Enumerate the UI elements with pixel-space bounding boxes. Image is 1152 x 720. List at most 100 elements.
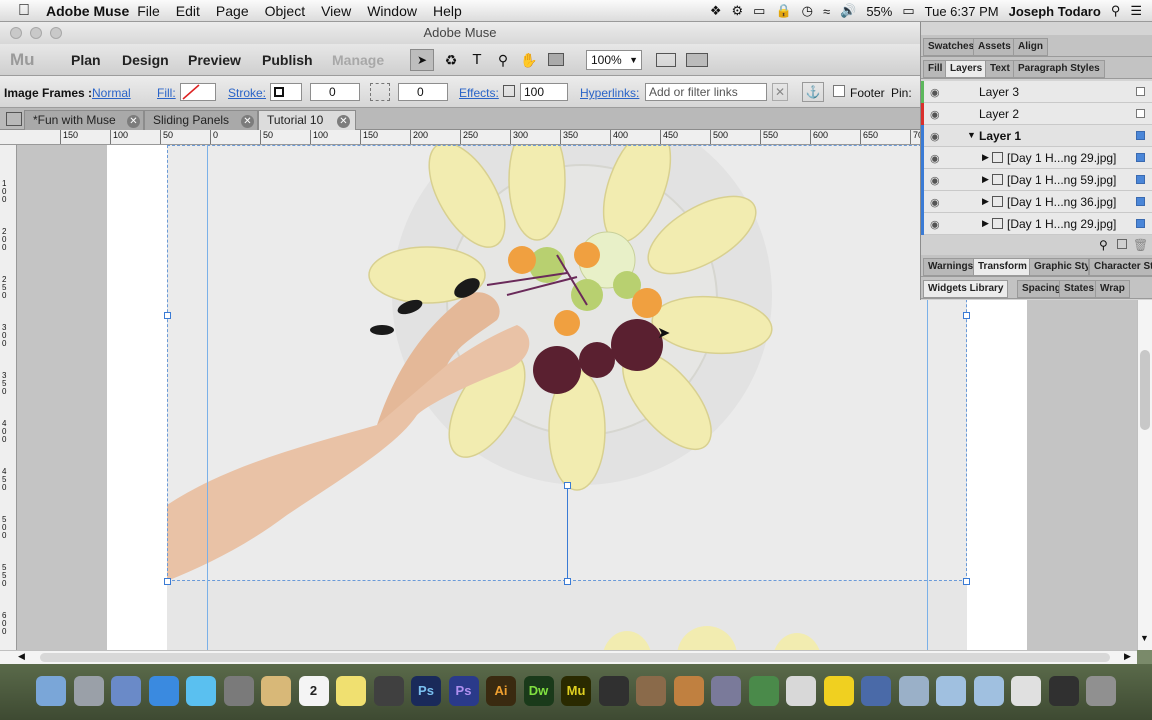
horizontal-scrollbar[interactable]: ◀ ▶ bbox=[0, 650, 1137, 664]
delete-layer-icon[interactable]: 🗑 bbox=[1133, 238, 1148, 252]
dock-launchpad-icon[interactable] bbox=[73, 676, 104, 706]
stroke-swatch[interactable] bbox=[270, 83, 302, 101]
dock-pages-icon[interactable] bbox=[786, 676, 816, 706]
dock-ps-icon[interactable]: Ps bbox=[411, 676, 441, 706]
sitemap-icon[interactable] bbox=[6, 112, 22, 126]
dock-doc-icon[interactable] bbox=[1011, 676, 1041, 706]
doc-tab-tutorial-10[interactable]: Tutorial 10 ✕ bbox=[258, 110, 356, 130]
search-icon[interactable]: ⚲ bbox=[1099, 238, 1108, 252]
menu-view[interactable]: View bbox=[313, 3, 359, 19]
apple-menu-icon[interactable]:  bbox=[18, 2, 40, 20]
tab-widgets-library[interactable]: Widgets Library bbox=[923, 280, 1009, 298]
resize-handle[interactable] bbox=[564, 578, 571, 585]
tab-paragraph-styles[interactable]: Paragraph Styles bbox=[1013, 60, 1105, 78]
rectangle-tool-icon[interactable] bbox=[548, 53, 564, 66]
close-tab-icon[interactable]: ✕ bbox=[337, 115, 350, 128]
rotate-handle-line[interactable] bbox=[567, 485, 568, 581]
tab-layers[interactable]: Layers bbox=[945, 60, 988, 78]
tab-states[interactable]: States bbox=[1059, 280, 1100, 298]
tab-swatches[interactable]: Swatches bbox=[923, 38, 980, 56]
guide-left[interactable] bbox=[207, 145, 208, 650]
clear-link-icon[interactable]: ✕ bbox=[772, 83, 788, 101]
battery-status[interactable]: 55% bbox=[866, 4, 892, 19]
dock-aperture-icon[interactable] bbox=[373, 676, 404, 706]
crop-tool-icon[interactable]: ♻ bbox=[440, 49, 462, 71]
eye-icon[interactable]: ◉ bbox=[930, 108, 940, 121]
hyperlinks-input[interactable]: Add or filter links bbox=[645, 83, 767, 101]
eye-icon[interactable]: ◉ bbox=[930, 174, 940, 187]
mode-manage[interactable]: Manage bbox=[332, 52, 384, 68]
fill-swatch[interactable] bbox=[180, 83, 216, 101]
dock-preview-icon[interactable] bbox=[111, 676, 141, 706]
effects-label[interactable]: Effects: bbox=[459, 86, 499, 100]
layer-row-layer-2[interactable]: ◉ Layer 2 bbox=[921, 103, 1152, 125]
layer-row-item[interactable]: ◉ ▶ [Day 1 H...ng 29.jpg] bbox=[921, 147, 1152, 169]
mode-plan[interactable]: Plan bbox=[71, 52, 101, 68]
mode-preview[interactable]: Preview bbox=[188, 52, 241, 68]
disclosure-triangle-down-icon[interactable]: ▼ bbox=[967, 130, 976, 140]
vertical-scroll-thumb[interactable] bbox=[1140, 350, 1150, 430]
disclosure-triangle-right-icon[interactable]: ▶ bbox=[982, 196, 989, 207]
rotate-handle[interactable] bbox=[564, 482, 571, 489]
dock-finder-icon[interactable] bbox=[36, 676, 66, 706]
menu-object[interactable]: Object bbox=[257, 3, 313, 19]
stroke-label[interactable]: Stroke: bbox=[228, 86, 266, 100]
zoom-window-button[interactable] bbox=[50, 27, 62, 39]
preview-page-icon[interactable] bbox=[656, 53, 676, 67]
spotlight-icon[interactable]: ⚲ bbox=[1111, 3, 1121, 19]
dock-quicktime-icon[interactable] bbox=[861, 676, 891, 706]
tab-warnings[interactable]: Warnings bbox=[923, 258, 979, 276]
fill-label[interactable]: Fill: bbox=[157, 86, 176, 100]
timemachine-icon[interactable]: ⚙ bbox=[732, 3, 744, 19]
dock-duck-icon[interactable] bbox=[823, 676, 854, 706]
view-options-icon[interactable] bbox=[686, 53, 708, 67]
airplay-icon[interactable]: ▭ bbox=[753, 3, 765, 19]
resize-handle[interactable] bbox=[963, 312, 970, 319]
dock-calendar-icon[interactable]: 2 bbox=[298, 676, 329, 706]
tab-transform[interactable]: Transform bbox=[973, 258, 1032, 276]
eye-icon[interactable]: ◉ bbox=[930, 152, 940, 165]
horizontal-ruler[interactable]: 150 100 50 0 50 100 150 200 250 300 350 400 450 500 55… bbox=[0, 130, 920, 145]
tab-text[interactable]: Text bbox=[985, 60, 1015, 78]
doc-tab-fun-with-muse[interactable]: *Fun with Muse ✕ bbox=[24, 110, 144, 130]
dock-numbers-icon[interactable] bbox=[748, 676, 779, 706]
layer-row-layer-1[interactable]: ◉ ▼ Layer 1 bbox=[921, 125, 1152, 147]
disclosure-triangle-right-icon[interactable]: ▶ bbox=[982, 218, 989, 229]
effects-icon[interactable] bbox=[503, 85, 515, 97]
mode-publish[interactable]: Publish bbox=[262, 52, 313, 68]
dock-bridge-icon[interactable]: Ps bbox=[448, 676, 479, 706]
layer-row-item[interactable]: ◉ ▶ [Day 1 H...ng 59.jpg] bbox=[921, 169, 1152, 191]
menu-help[interactable]: Help bbox=[425, 3, 470, 19]
dock-printer-icon[interactable] bbox=[1048, 676, 1079, 706]
corner-radius-field[interactable]: 0 bbox=[398, 83, 448, 101]
tab-graphic-styles[interactable]: Graphic Styles bbox=[1029, 258, 1089, 276]
dock-folder-icon[interactable] bbox=[936, 676, 966, 706]
eye-icon[interactable]: ◉ bbox=[930, 218, 940, 231]
dock-dw-icon[interactable]: Dw bbox=[523, 676, 554, 706]
menu-page[interactable]: Page bbox=[208, 3, 257, 19]
dock-photo-icon[interactable] bbox=[636, 676, 666, 706]
layer-row-layer-3[interactable]: ◉ Layer 3 bbox=[921, 81, 1152, 103]
close-tab-icon[interactable]: ✕ bbox=[241, 115, 254, 128]
tab-character-styles[interactable]: Character St bbox=[1089, 258, 1152, 276]
clock-icon[interactable]: ◷ bbox=[802, 3, 813, 19]
dropbox-icon[interactable]: ❖ bbox=[710, 3, 722, 19]
layer-select-box[interactable] bbox=[1136, 87, 1145, 96]
minimize-window-button[interactable] bbox=[30, 27, 42, 39]
layer-select-box[interactable] bbox=[1136, 109, 1145, 118]
eye-icon[interactable]: ◉ bbox=[930, 130, 940, 143]
layer-select-box[interactable] bbox=[1136, 131, 1145, 140]
tab-assets[interactable]: Assets bbox=[973, 38, 1016, 56]
resize-handle[interactable] bbox=[963, 578, 970, 585]
tab-align[interactable]: Align bbox=[1013, 38, 1048, 56]
close-tab-icon[interactable]: ✕ bbox=[127, 115, 140, 128]
layer-select-box[interactable] bbox=[1136, 197, 1145, 206]
app-menu[interactable]: Adobe Muse bbox=[46, 3, 129, 19]
dock-tools-icon[interactable] bbox=[711, 676, 741, 706]
wifi-icon[interactable]: ≈ bbox=[823, 4, 830, 19]
dock-keynote-icon[interactable] bbox=[673, 676, 704, 706]
dock-stickies-icon[interactable] bbox=[336, 676, 366, 706]
opacity-field[interactable]: 100 bbox=[520, 83, 568, 101]
dock-mu-icon[interactable]: Mu bbox=[561, 676, 591, 706]
tab-wrap[interactable]: Wrap bbox=[1095, 280, 1130, 298]
